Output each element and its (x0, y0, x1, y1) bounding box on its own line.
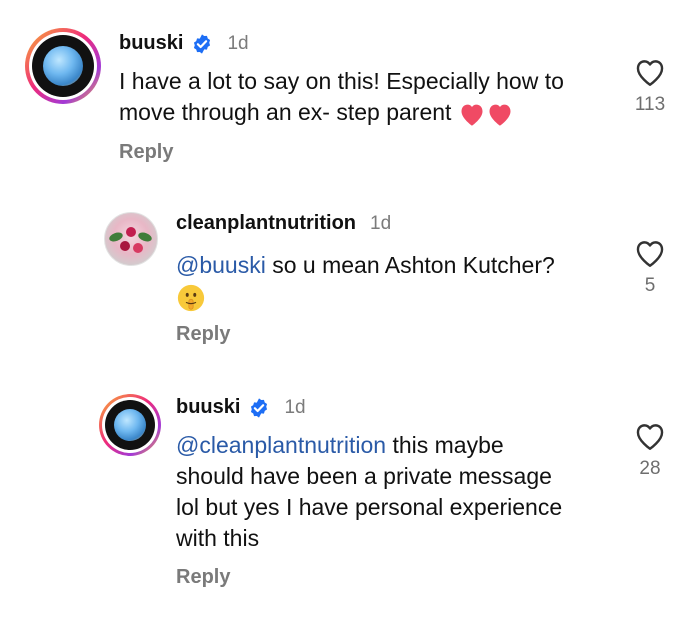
red-heart-emoji-icon (461, 104, 483, 126)
mention-link[interactable]: @buuski (176, 252, 266, 278)
reply-button[interactable]: Reply (176, 323, 230, 346)
verified-badge-icon (251, 397, 268, 418)
like-control: 28 (630, 420, 670, 480)
planet-icon (43, 46, 83, 86)
comment-text: @cleanplantnutrition this maybe should h… (176, 432, 563, 551)
heart-outline-icon[interactable] (633, 56, 667, 88)
like-control: 5 (630, 237, 670, 297)
comment-text: I have a lot to say on this! Especially … (119, 68, 564, 126)
planet-icon (114, 409, 146, 441)
like-count: 113 (634, 94, 666, 115)
timestamp: 1d (227, 32, 249, 54)
verified-badge-icon (194, 33, 211, 54)
avatar[interactable] (104, 212, 158, 266)
heart-outline-icon[interactable] (633, 420, 667, 452)
red-heart-emoji-icon (489, 104, 511, 126)
like-control: 113 (630, 56, 670, 116)
avatar[interactable] (25, 28, 101, 104)
mention-link[interactable]: @cleanplantnutrition (176, 432, 386, 458)
like-count: 28 (639, 458, 661, 479)
reply-button[interactable]: Reply (176, 566, 230, 589)
username[interactable]: buuski (119, 32, 183, 55)
heart-outline-icon[interactable] (633, 237, 667, 269)
comment-text: @buuski so u mean Ashton Kutcher? (176, 250, 616, 313)
avatar[interactable] (99, 394, 161, 456)
username[interactable]: cleanplantnutrition (176, 212, 356, 235)
reply-button[interactable]: Reply (119, 141, 173, 164)
like-count: 5 (644, 275, 656, 296)
timestamp: 1d (284, 396, 306, 418)
timestamp: 1d (370, 212, 392, 234)
username[interactable]: buuski (176, 396, 240, 419)
shushing-face-emoji-icon (177, 284, 205, 312)
